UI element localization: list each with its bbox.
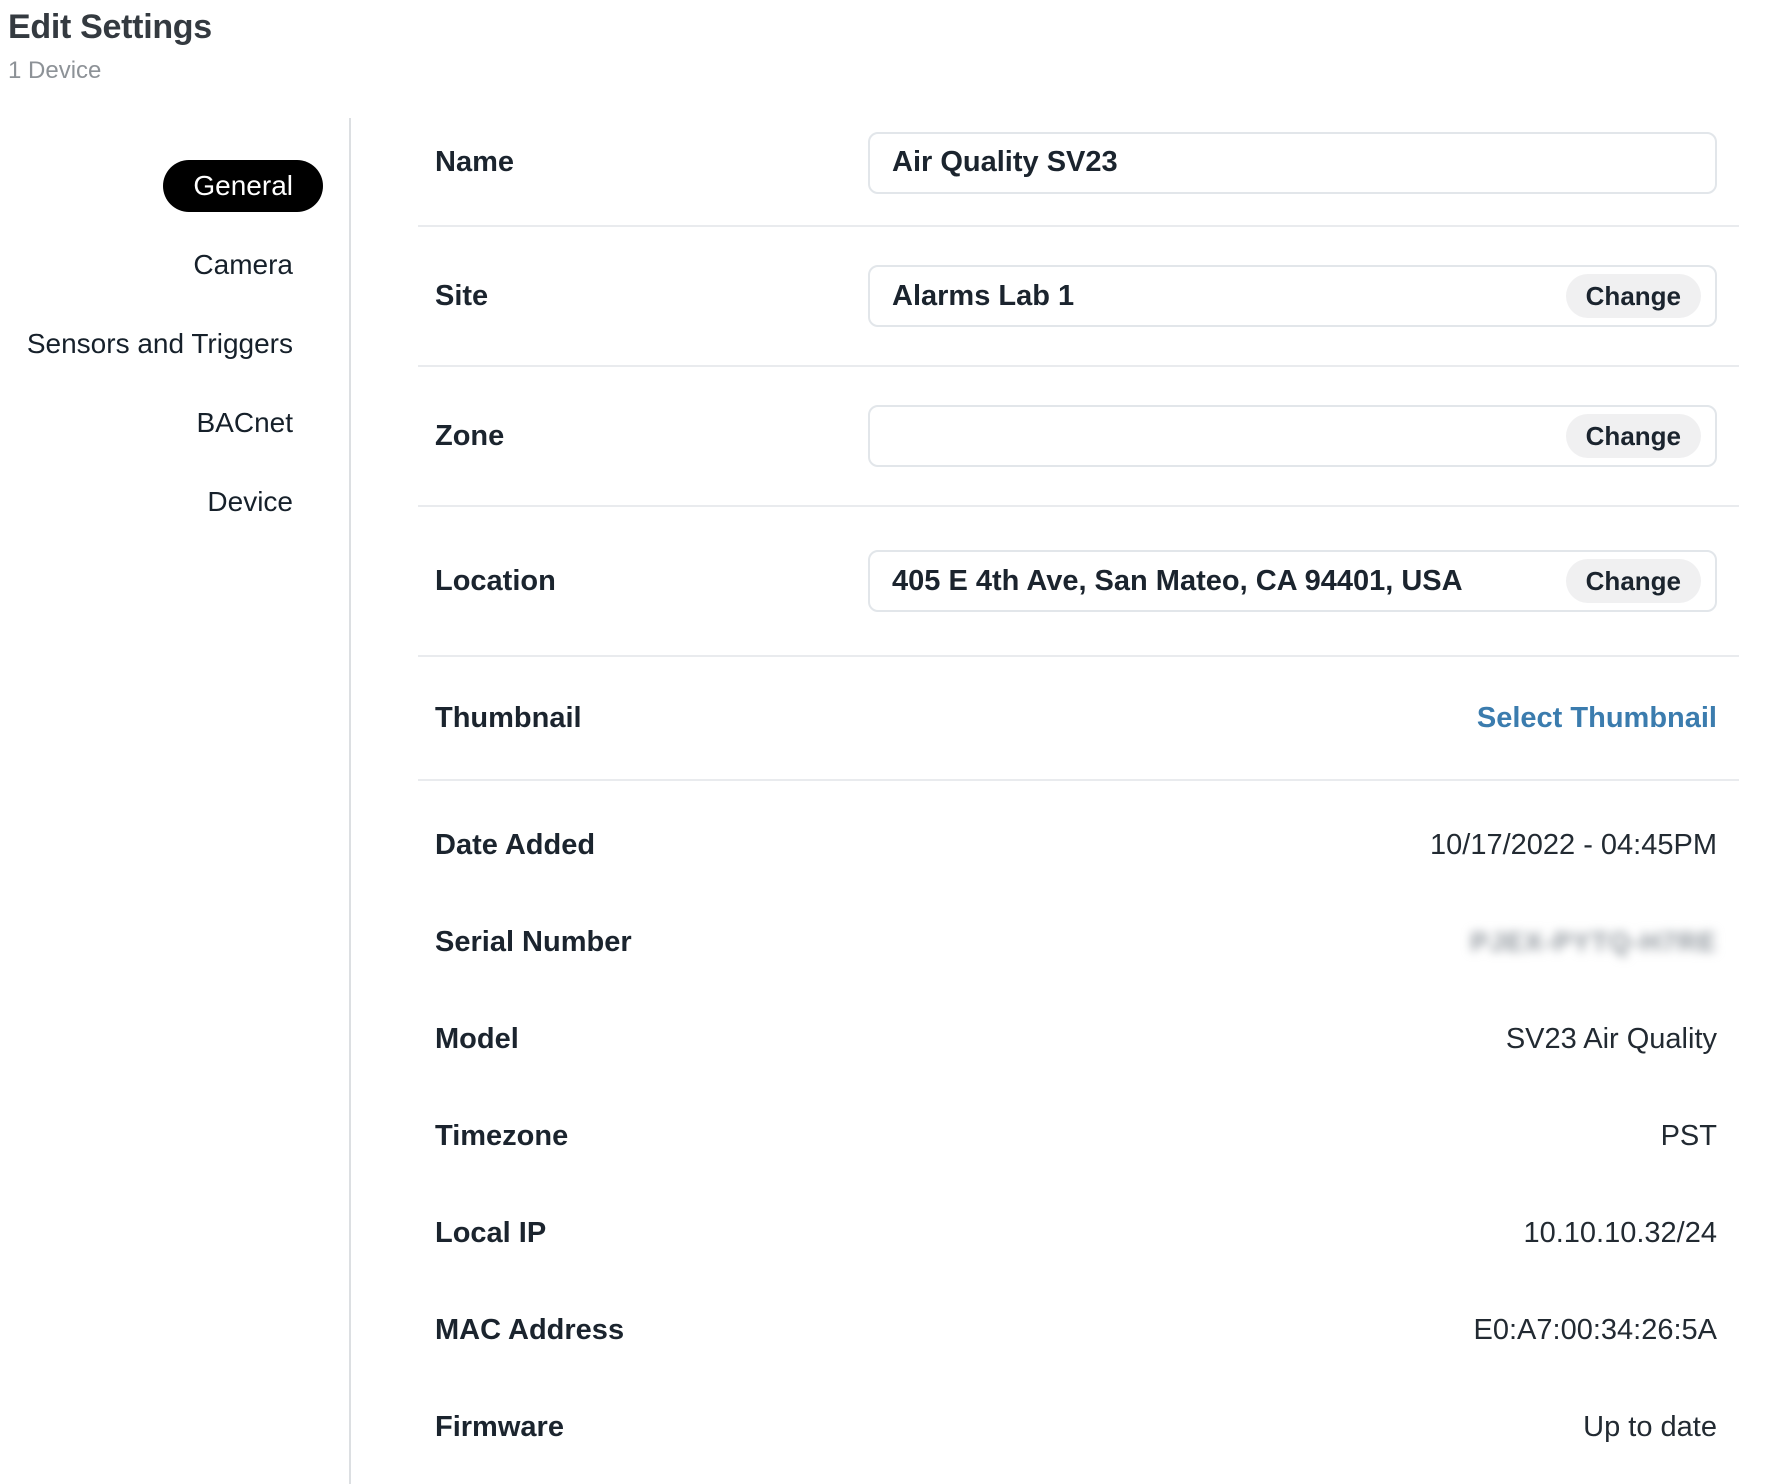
location-change-button[interactable]: Change	[1566, 559, 1701, 603]
settings-form: Name Site Change Zone Change Location Ch…	[418, 100, 1739, 1476]
local-ip-row: Local IP 10.10.10.32/24	[418, 1185, 1739, 1282]
tab-general[interactable]: General	[0, 146, 323, 225]
location-row: Location Change	[418, 507, 1739, 657]
tab-device[interactable]: Device	[0, 462, 323, 541]
site-change-button[interactable]: Change	[1566, 274, 1701, 318]
site-input-wrap: Change	[868, 265, 1717, 327]
date-added-value: 10/17/2022 - 04:45PM	[1430, 829, 1717, 862]
tab-sensors-and-triggers[interactable]: Sensors and Triggers	[0, 304, 323, 383]
tab-sensors-and-triggers-label: Sensors and Triggers	[27, 328, 323, 360]
firmware-row: Firmware Up to date	[418, 1379, 1739, 1476]
mac-address-value: E0:A7:00:34:26:5A	[1474, 1314, 1717, 1347]
thumbnail-label: Thumbnail	[435, 702, 868, 735]
zone-row: Zone Change	[418, 367, 1739, 507]
serial-number-row: Serial Number PJEX-PYTQ-H7RE	[418, 894, 1739, 991]
firmware-label: Firmware	[435, 1411, 564, 1444]
select-thumbnail-link[interactable]: Select Thumbnail	[1477, 702, 1717, 735]
sidebar-divider	[349, 118, 351, 1484]
location-label: Location	[435, 565, 868, 598]
device-count: 1 Device	[8, 57, 212, 85]
date-added-label: Date Added	[435, 829, 595, 862]
serial-number-label: Serial Number	[435, 926, 632, 959]
site-row: Site Change	[418, 227, 1739, 367]
name-row: Name	[418, 100, 1739, 227]
name-input-wrap	[868, 132, 1717, 194]
date-added-row: Date Added 10/17/2022 - 04:45PM	[418, 797, 1739, 894]
mac-address-row: MAC Address E0:A7:00:34:26:5A	[418, 1282, 1739, 1379]
local-ip-value: 10.10.10.32/24	[1523, 1217, 1717, 1250]
zone-input-wrap: Change	[868, 405, 1717, 467]
serial-number-value: PJEX-PYTQ-H7RE	[1470, 927, 1717, 958]
tab-camera[interactable]: Camera	[0, 225, 323, 304]
firmware-value: Up to date	[1583, 1411, 1717, 1444]
settings-nav: General Camera Sensors and Triggers BACn…	[0, 146, 323, 541]
local-ip-label: Local IP	[435, 1217, 546, 1250]
timezone-label: Timezone	[435, 1120, 568, 1153]
name-label: Name	[435, 146, 868, 179]
tab-device-label: Device	[207, 486, 323, 518]
device-info-list: Date Added 10/17/2022 - 04:45PM Serial N…	[418, 781, 1739, 1476]
name-input[interactable]	[868, 132, 1717, 194]
timezone-row: Timezone PST	[418, 1088, 1739, 1185]
page-title: Edit Settings	[8, 8, 212, 47]
timezone-value: PST	[1661, 1120, 1717, 1153]
thumbnail-row: Thumbnail Select Thumbnail	[418, 657, 1739, 781]
model-label: Model	[435, 1023, 519, 1056]
model-row: Model SV23 Air Quality	[418, 991, 1739, 1088]
zone-label: Zone	[435, 420, 868, 453]
tab-camera-label: Camera	[193, 249, 323, 281]
location-input-wrap: Change	[868, 550, 1717, 612]
page-header: Edit Settings 1 Device	[8, 8, 212, 85]
mac-address-label: MAC Address	[435, 1314, 624, 1347]
model-value: SV23 Air Quality	[1506, 1023, 1717, 1056]
tab-general-label: General	[163, 160, 323, 212]
site-label: Site	[435, 280, 868, 313]
tab-bacnet-label: BACnet	[197, 407, 324, 439]
tab-bacnet[interactable]: BACnet	[0, 383, 323, 462]
zone-change-button[interactable]: Change	[1566, 414, 1701, 458]
